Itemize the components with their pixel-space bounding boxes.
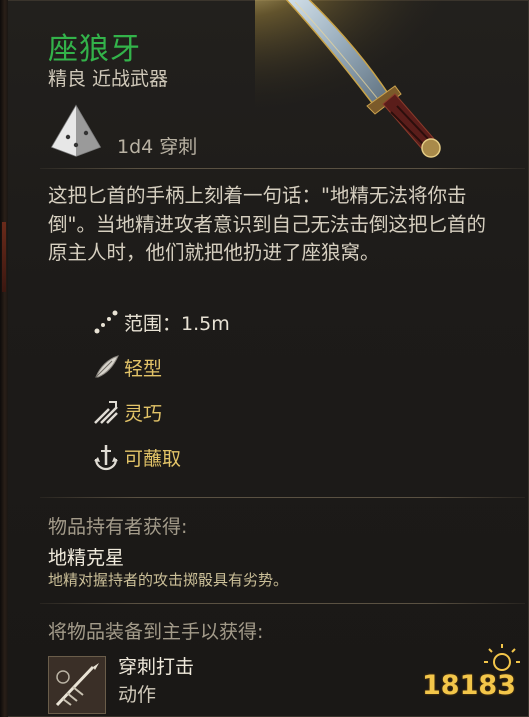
property-finesse: 灵巧 (92, 398, 162, 426)
dagger-icon (255, 0, 465, 158)
property-label: 可蘸取 (124, 447, 182, 470)
passive-description: 地精对握持者的攻击掷骰具有劣势。 (48, 571, 289, 589)
damage-value: 1d4 穿刺 (117, 136, 198, 158)
property-light: 轻型 (92, 353, 162, 381)
watermark-text: 18183 (422, 670, 516, 701)
mainhand-section-heading: 将物品装备到主手以获得: (48, 621, 264, 643)
finesse-icon (94, 401, 118, 424)
item-tooltip: 座狼牙 精良 近战武器 1d4 穿刺 这把匕首的手柄上刻着一句话："地精无法将你… (0, 0, 529, 717)
property-label: 轻型 (124, 357, 163, 380)
passive-name: 地精克星 (48, 547, 125, 569)
property-label: 灵巧 (124, 402, 163, 425)
site-watermark: 18183 (420, 640, 525, 710)
d4-dice-icon (50, 104, 102, 157)
edge-accent (2, 222, 6, 292)
action-type: 动作 (118, 684, 157, 706)
item-subtitle: 精良 近战武器 (48, 68, 169, 90)
action-name: 穿刺打击 (118, 656, 195, 678)
range-icon (94, 310, 118, 334)
dippable-icon (94, 445, 118, 471)
panel-left-edge (0, 0, 8, 717)
property-dippable: 可蘸取 (92, 443, 181, 471)
divider (40, 168, 525, 169)
wielder-section-heading: 物品持有者获得: (48, 516, 188, 538)
property-range: 范围：1.5m (92, 308, 230, 336)
piercing-strike-icon[interactable] (48, 656, 106, 714)
feather-icon (95, 355, 119, 378)
divider (40, 497, 525, 498)
item-name: 座狼牙 (48, 32, 141, 67)
divider (40, 603, 525, 604)
property-label: 范围：1.5m (124, 312, 230, 335)
item-description: 这把匕首的手柄上刻着一句话："地精无法将你击倒"。当地精进攻者意识到自己无法击倒… (48, 184, 486, 264)
